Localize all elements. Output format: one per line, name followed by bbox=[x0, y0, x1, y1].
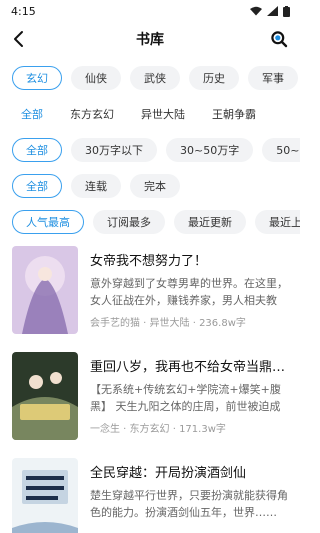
book-item[interactable]: 全民穿越：开局扮演酒剑仙 楚生穿越平行世界，只要扮演就能获得角色的能力。扮演酒剑… bbox=[0, 458, 300, 533]
status-chip-2[interactable]: 完本 bbox=[130, 174, 180, 198]
status-icons bbox=[250, 5, 290, 17]
genre-chip-4[interactable]: 军事 bbox=[248, 66, 298, 90]
genre-chip-3[interactable]: 历史 bbox=[189, 66, 239, 90]
wordcount-filter-row: 全部 30万字以下 30~50万字 50~100万 bbox=[0, 132, 300, 168]
page-title: 书库 bbox=[136, 32, 164, 48]
genre-chip-1[interactable]: 仙侠 bbox=[71, 66, 121, 90]
book-title[interactable]: 女帝我不想努力了！ bbox=[90, 250, 288, 269]
book-cover[interactable] bbox=[12, 458, 78, 533]
subgenre-chip-3[interactable]: 王朝争霸 bbox=[203, 102, 265, 126]
search-icon[interactable] bbox=[270, 30, 288, 48]
wifi-icon bbox=[250, 6, 262, 16]
subgenre-chip-1[interactable]: 东方玄幻 bbox=[61, 102, 123, 126]
subgenre-chip-2[interactable]: 异世大陆 bbox=[132, 102, 194, 126]
status-chip-1[interactable]: 连载 bbox=[71, 174, 121, 198]
book-title[interactable]: 重回八岁，我再也不给女帝当鼎炉了 bbox=[90, 356, 288, 375]
back-arrow-icon[interactable] bbox=[9, 29, 29, 49]
book-meta: 会手艺的猫 · 异世大陆 · 236.8w字 bbox=[90, 318, 246, 329]
wordcount-chip-1[interactable]: 30万字以下 bbox=[71, 138, 157, 162]
book-cover[interactable] bbox=[12, 352, 78, 440]
wordcount-chip-0[interactable]: 全部 bbox=[12, 138, 62, 162]
status-bar: 4:15 bbox=[0, 0, 300, 22]
wordcount-chip-3[interactable]: 50~100万 bbox=[262, 138, 300, 162]
book-item[interactable]: 重回八岁，我再也不给女帝当鼎炉了 【无系统+传统玄幻+学院流+爆笑+腹黑】 天生… bbox=[0, 352, 300, 440]
sort-chip-2[interactable]: 最近更新 bbox=[174, 210, 246, 234]
wordcount-chip-2[interactable]: 30~50万字 bbox=[166, 138, 254, 162]
sort-chip-0[interactable]: 人气最高 bbox=[12, 210, 84, 234]
book-item[interactable]: 女帝我不想努力了！ 意外穿越到了女尊男卑的世界。在这里，女人征战在外，赚钱养家，… bbox=[0, 246, 300, 334]
sort-chip-3[interactable]: 最近上架 bbox=[255, 210, 300, 234]
book-list: 女帝我不想努力了！ 意外穿越到了女尊男卑的世界。在这里，女人征战在外，赚钱养家，… bbox=[0, 246, 300, 533]
book-cover[interactable] bbox=[12, 246, 78, 334]
genre-chip-0[interactable]: 玄幻 bbox=[12, 66, 62, 90]
genre-filter-row: 玄幻 仙侠 武侠 历史 军事 bbox=[0, 60, 300, 96]
battery-icon bbox=[283, 5, 290, 17]
book-description: 【无系统+传统玄幻+学院流+爆笑+腹黑】 天生九阳之体的庄周，前世被迫成为女帝的… bbox=[90, 383, 281, 413]
genre-chip-2[interactable]: 武侠 bbox=[130, 66, 180, 90]
book-description: 意外穿越到了女尊男卑的世界。在这里，女人征战在外，赚钱养家，男人相夫教子…… bbox=[90, 277, 288, 307]
sort-chip-1[interactable]: 订阅最多 bbox=[93, 210, 165, 234]
book-meta: 一念生 · 东方玄幻 · 171.3w字 bbox=[90, 424, 226, 435]
app-bar: 书库 bbox=[0, 22, 300, 56]
status-filter-row: 全部 连载 完本 bbox=[0, 168, 300, 204]
subgenre-chip-0[interactable]: 全部 bbox=[12, 102, 52, 126]
book-description: 楚生穿越平行世界，只要扮演就能获得角色的能力。扮演酒剑仙五年，世界…… bbox=[90, 489, 288, 519]
status-chip-0[interactable]: 全部 bbox=[12, 174, 62, 198]
book-title[interactable]: 全民穿越：开局扮演酒剑仙 bbox=[90, 462, 288, 481]
status-time: 4:15 bbox=[11, 4, 36, 18]
subgenre-filter-row: 全部 东方玄幻 异世大陆 王朝争霸 bbox=[0, 96, 300, 132]
signal-icon bbox=[267, 6, 278, 16]
sort-filter-row: 人气最高 订阅最多 最近更新 最近上架 bbox=[0, 204, 300, 240]
